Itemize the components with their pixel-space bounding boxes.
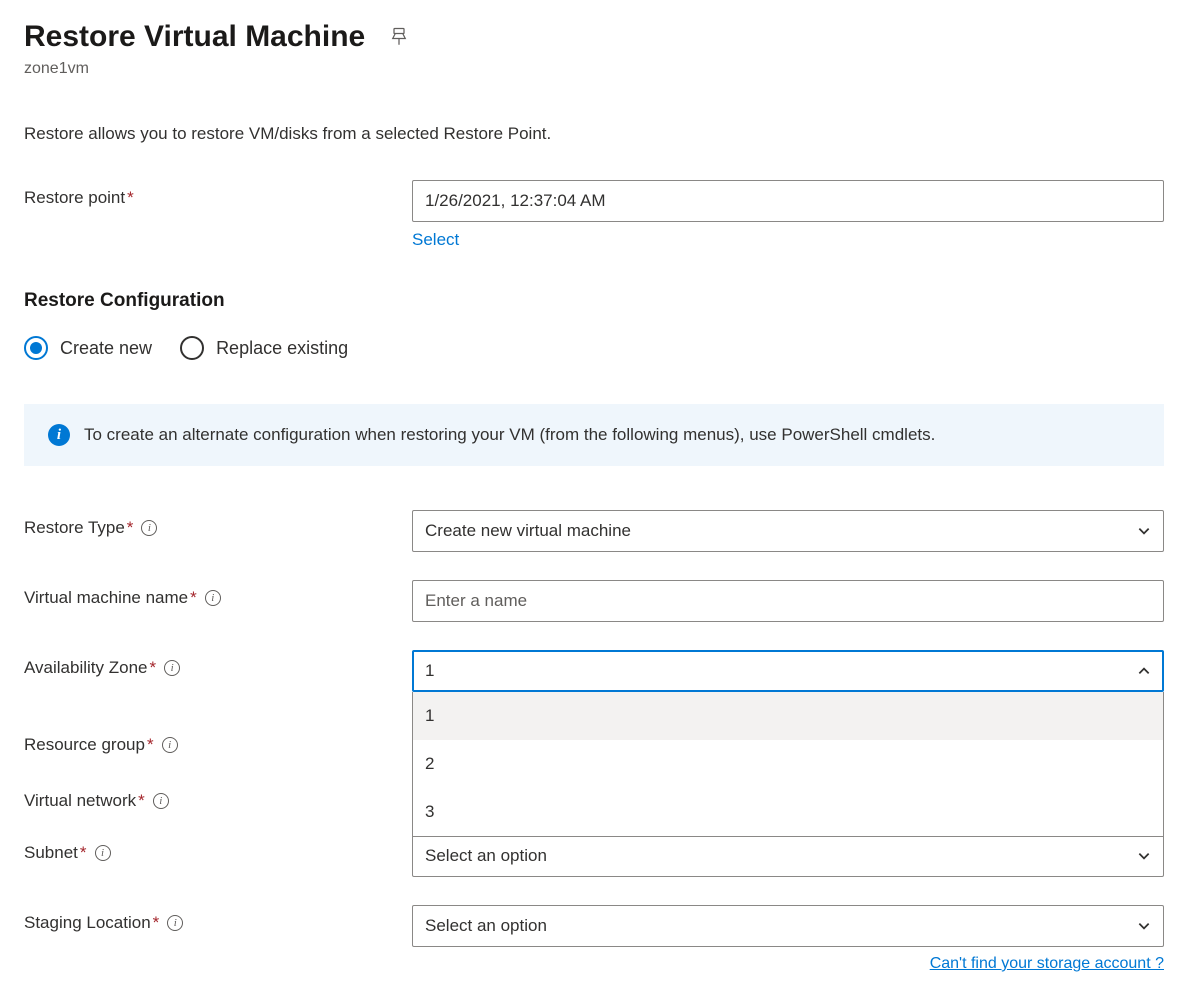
subnet-select[interactable]: Select an option [412, 835, 1164, 877]
availability-zone-option-3[interactable]: 3 [413, 788, 1163, 836]
radio-create-new[interactable]: Create new [24, 336, 152, 360]
info-icon[interactable]: i [164, 660, 180, 676]
chevron-down-icon [1137, 524, 1151, 538]
availability-zone-option-1[interactable]: 1 [413, 692, 1163, 740]
page-subtitle: zone1vm [24, 60, 1164, 78]
vm-name-label: Virtual machine name* [24, 588, 197, 608]
availability-zone-option-2[interactable]: 2 [413, 740, 1163, 788]
staging-location-select[interactable]: Select an option [412, 905, 1164, 947]
info-icon[interactable]: i [153, 793, 169, 809]
restore-type-value: Create new virtual machine [425, 521, 631, 541]
radio-create-new-indicator [24, 336, 48, 360]
radio-replace-existing[interactable]: Replace existing [180, 336, 348, 360]
storage-account-help-link[interactable]: Can't find your storage account ? [930, 955, 1164, 973]
restore-point-select-link[interactable]: Select [412, 230, 459, 250]
chevron-down-icon [1137, 849, 1151, 863]
radio-replace-existing-label: Replace existing [216, 338, 348, 359]
resource-group-label: Resource group* [24, 735, 154, 755]
staging-location-label: Staging Location* [24, 913, 159, 933]
vm-name-input[interactable] [412, 580, 1164, 622]
info-box: i To create an alternate configuration w… [24, 404, 1164, 466]
availability-zone-dropdown: 1 2 3 [412, 692, 1164, 837]
restore-type-select[interactable]: Create new virtual machine [412, 510, 1164, 552]
info-icon[interactable]: i [95, 845, 111, 861]
info-icon[interactable]: i [205, 590, 221, 606]
restore-config-heading: Restore Configuration [24, 290, 1164, 312]
availability-zone-select[interactable]: 1 [412, 650, 1164, 692]
page-description: Restore allows you to restore VM/disks f… [24, 124, 1164, 144]
availability-zone-label: Availability Zone* [24, 658, 156, 678]
subnet-placeholder: Select an option [425, 846, 547, 866]
restore-point-label: Restore point* [24, 188, 134, 208]
restore-type-label: Restore Type* [24, 518, 133, 538]
pin-icon[interactable] [389, 26, 409, 49]
info-icon[interactable]: i [162, 737, 178, 753]
info-icon[interactable]: i [141, 520, 157, 536]
radio-replace-existing-indicator [180, 336, 204, 360]
chevron-up-icon [1137, 664, 1151, 678]
page-title: Restore Virtual Machine [24, 20, 365, 54]
info-icon[interactable]: i [167, 915, 183, 931]
availability-zone-value: 1 [425, 661, 434, 681]
info-icon: i [48, 424, 70, 446]
virtual-network-label: Virtual network* [24, 791, 145, 811]
subnet-label: Subnet* [24, 843, 87, 863]
restore-point-input[interactable] [412, 180, 1164, 222]
staging-location-placeholder: Select an option [425, 916, 547, 936]
chevron-down-icon [1137, 919, 1151, 933]
radio-create-new-label: Create new [60, 338, 152, 359]
info-box-text: To create an alternate configuration whe… [84, 425, 935, 445]
restore-config-radio-group: Create new Replace existing [24, 336, 1164, 360]
